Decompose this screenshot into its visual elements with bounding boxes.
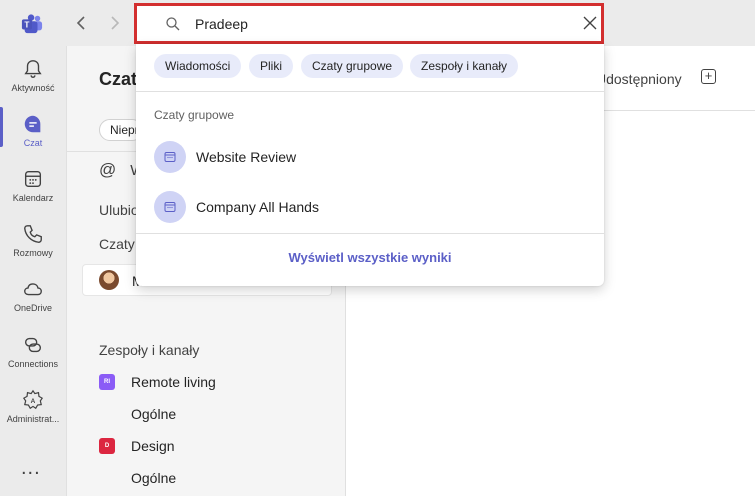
- team-avatar: D: [99, 438, 115, 454]
- back-button[interactable]: [73, 13, 89, 33]
- view-all-results-link[interactable]: Wyświetl wszystkie wyniki: [136, 250, 604, 265]
- bell-icon: [24, 60, 42, 78]
- filter-chip-files[interactable]: Pliki: [249, 54, 294, 78]
- team-item-remote-living[interactable]: RI Remote living: [99, 372, 216, 392]
- search-box[interactable]: [134, 3, 604, 44]
- rail-item-chat[interactable]: Czat: [0, 105, 66, 161]
- svg-text:A: A: [31, 398, 36, 405]
- chevron-right-icon: [111, 16, 120, 30]
- divider: [136, 233, 604, 234]
- rail-label: Aktywność: [11, 83, 55, 93]
- app-rail: Aktywność Czat Kalendarz Rozmowy OneDriv…: [0, 46, 66, 496]
- calendar-icon: [24, 170, 42, 188]
- rail-label: OneDrive: [13, 303, 52, 313]
- close-icon[interactable]: [582, 15, 598, 31]
- teams-header[interactable]: Zespoły i kanały: [99, 342, 199, 358]
- filter-chip-teams-channels[interactable]: Zespoły i kanały: [410, 54, 519, 78]
- team-name: Design: [131, 438, 175, 454]
- divider: [136, 91, 604, 92]
- rail-item-admin[interactable]: A Administrat...: [0, 381, 66, 437]
- filter-chip-group-chats[interactable]: Czaty grupowe: [301, 54, 404, 78]
- rail-item-onedrive[interactable]: OneDrive: [0, 270, 66, 326]
- add-tab-button[interactable]: +: [701, 69, 716, 84]
- team-name: Remote living: [131, 374, 216, 390]
- rail-item-connections[interactable]: Connections: [0, 326, 66, 382]
- search-suggestions-dropdown: Wiadomości Pliki Czaty grupowe Zespoły i…: [136, 44, 604, 286]
- more-apps-button[interactable]: ...: [21, 457, 41, 480]
- rail-label: Connections: [7, 359, 59, 369]
- chevron-left-icon: [76, 16, 85, 30]
- forward-button[interactable]: [107, 13, 123, 33]
- admin-icon: A: [22, 389, 44, 410]
- group-chat-icon: [154, 141, 186, 173]
- cloud-icon: [24, 283, 42, 296]
- rail-label: Czat: [23, 138, 43, 148]
- rail-item-calendar[interactable]: Kalendarz: [0, 160, 66, 216]
- tab-shared[interactable]: Udostępniony: [596, 71, 682, 87]
- result-name: Company All Hands: [196, 199, 319, 215]
- favorites-header[interactable]: Ulubio: [99, 202, 139, 218]
- rail-label: Rozmowy: [13, 248, 53, 258]
- search-result-item[interactable]: Website Review: [136, 135, 604, 179]
- phone-icon: [24, 225, 42, 243]
- teams-logo-icon: T: [21, 14, 43, 34]
- rail-item-calls[interactable]: Rozmowy: [0, 215, 66, 271]
- svg-text:T: T: [24, 21, 29, 30]
- channel-item-general[interactable]: Ogólne: [131, 406, 176, 422]
- chat-icon: [24, 115, 41, 133]
- avatar: [99, 270, 119, 290]
- group-chat-icon: [154, 191, 186, 223]
- panel-title: Czat: [99, 69, 138, 89]
- rail-label: Kalendarz: [12, 193, 54, 203]
- filter-chip-messages[interactable]: Wiadomości: [154, 54, 242, 78]
- team-avatar: RI: [99, 374, 115, 390]
- result-name: Website Review: [196, 149, 297, 165]
- channel-item-general[interactable]: Ogólne: [131, 470, 176, 486]
- link-icon: [24, 337, 42, 353]
- search-icon: [166, 17, 180, 31]
- search-input[interactable]: [195, 14, 555, 34]
- rail-label: Administrat...: [6, 414, 60, 424]
- search-result-item[interactable]: Company All Hands: [136, 185, 604, 229]
- team-item-design[interactable]: D Design: [99, 436, 175, 456]
- rail-item-activity[interactable]: Aktywność: [0, 50, 66, 106]
- at-icon: @: [99, 160, 117, 179]
- section-label: Czaty grupowe: [154, 108, 235, 122]
- chats-header[interactable]: Czaty: [99, 236, 135, 252]
